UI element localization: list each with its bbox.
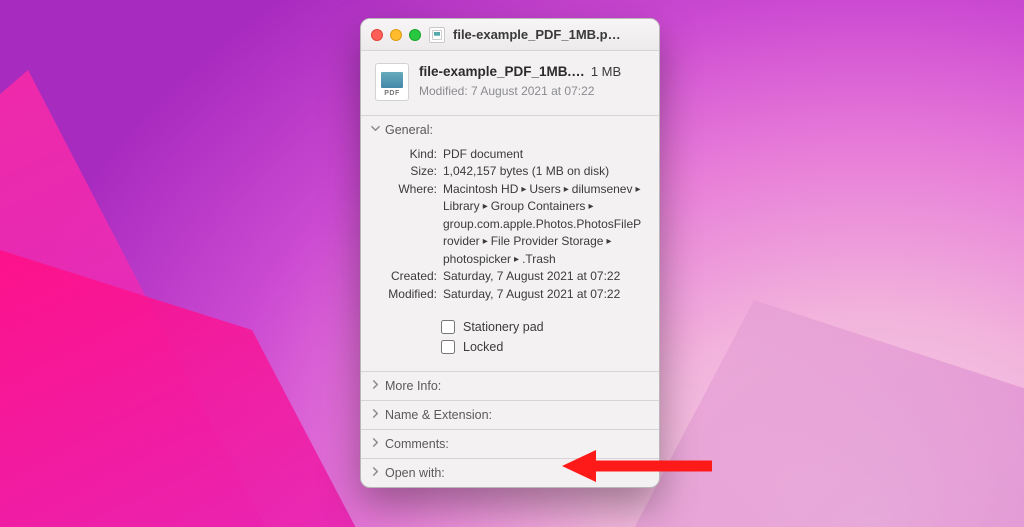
section-general-label: General:	[385, 123, 433, 137]
kv-kind: Kind: PDF document	[375, 146, 645, 163]
file-size-short: 1 MB	[585, 63, 621, 81]
window-title: file-example_PDF_1MB.p…	[453, 27, 649, 42]
chevron-right-icon	[369, 380, 381, 392]
kv-where: Where: Macintosh HD▸Users▸dilumsenev▸Lib…	[375, 181, 645, 268]
locked-checkbox[interactable]	[441, 340, 455, 354]
chevron-right-icon	[369, 409, 381, 421]
close-button[interactable]	[371, 29, 383, 41]
file-summary: PDF file-example_PDF_1MB.… 1 MB Modified…	[361, 51, 659, 116]
section-name-extension: Name & Extension:	[361, 401, 659, 430]
stationery-pad-row[interactable]: Stationery pad	[375, 317, 645, 337]
chevron-down-icon	[369, 124, 381, 136]
get-info-window: file-example_PDF_1MB.p… PDF file-example…	[360, 18, 660, 488]
section-open-with: Open with:	[361, 459, 659, 487]
minimize-button[interactable]	[390, 29, 402, 41]
kv-created: Created: Saturday, 7 August 2021 at 07:2…	[375, 268, 645, 285]
file-icon: PDF	[375, 63, 409, 101]
section-open-with-label: Open with:	[385, 466, 445, 480]
locked-row[interactable]: Locked	[375, 337, 645, 357]
section-comments-label: Comments:	[385, 437, 449, 451]
section-more-info-header[interactable]: More Info:	[361, 372, 659, 400]
kv-modified: Modified: Saturday, 7 August 2021 at 07:…	[375, 286, 645, 303]
stationery-pad-checkbox[interactable]	[441, 320, 455, 334]
section-comments-header[interactable]: Comments:	[361, 430, 659, 458]
section-general-header[interactable]: General:	[361, 116, 659, 144]
section-open-with-header[interactable]: Open with:	[361, 459, 659, 487]
titlebar[interactable]: file-example_PDF_1MB.p…	[361, 19, 659, 51]
file-name: file-example_PDF_1MB.…	[419, 63, 585, 81]
section-name-extension-label: Name & Extension:	[385, 408, 492, 422]
kv-size: Size: 1,042,157 bytes (1 MB on disk)	[375, 163, 645, 180]
section-more-info: More Info:	[361, 372, 659, 401]
where-path: Macintosh HD▸Users▸dilumsenev▸Library▸Gr…	[443, 181, 645, 268]
proxy-icon[interactable]	[429, 27, 445, 43]
file-modified-summary: Modified: 7 August 2021 at 07:22	[419, 83, 645, 99]
locked-label: Locked	[463, 340, 503, 354]
section-more-info-label: More Info:	[385, 379, 441, 393]
section-general: General: Kind: PDF document Size: 1,042,…	[361, 116, 659, 372]
desktop-wallpaper: file-example_PDF_1MB.p… PDF file-example…	[0, 0, 1024, 527]
zoom-button[interactable]	[409, 29, 421, 41]
stationery-pad-label: Stationery pad	[463, 320, 544, 334]
section-name-extension-header[interactable]: Name & Extension:	[361, 401, 659, 429]
traffic-lights	[371, 29, 421, 41]
chevron-right-icon	[369, 467, 381, 479]
section-comments: Comments:	[361, 430, 659, 459]
chevron-right-icon	[369, 438, 381, 450]
